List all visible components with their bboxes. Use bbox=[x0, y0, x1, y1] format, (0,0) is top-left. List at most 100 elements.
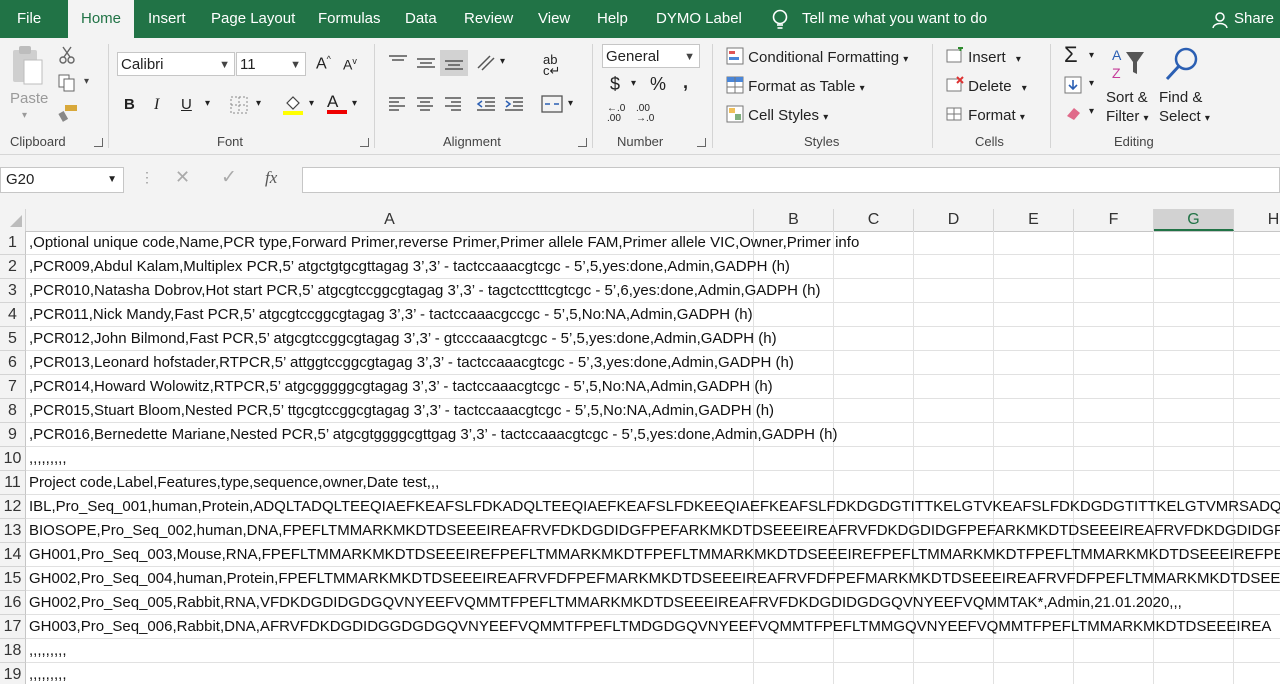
row-header[interactable]: 18 bbox=[0, 639, 26, 663]
font-color-button[interactable]: A bbox=[327, 92, 347, 114]
number-launcher-icon[interactable] bbox=[697, 138, 706, 147]
underline-button[interactable]: U bbox=[181, 96, 192, 113]
align-center-icon[interactable] bbox=[416, 96, 434, 112]
tab-view[interactable]: View bbox=[538, 0, 570, 38]
fill-color-icon[interactable] bbox=[282, 94, 304, 116]
cell-styles-button[interactable]: Cell Styles ▾ bbox=[726, 105, 828, 124]
tell-me-search[interactable]: Tell me what you want to do bbox=[770, 0, 987, 38]
paste-dropdown-icon[interactable]: ▾ bbox=[22, 110, 27, 121]
row-header[interactable]: 13 bbox=[0, 519, 26, 543]
cut-icon[interactable] bbox=[58, 46, 76, 64]
clear-dropdown-icon[interactable]: ▾ bbox=[1089, 106, 1094, 117]
increase-font-icon[interactable]: A^ bbox=[316, 54, 331, 73]
merge-dropdown-icon[interactable]: ▾ bbox=[568, 98, 573, 109]
sort-filter-button[interactable]: Sort & Filter ▾ bbox=[1106, 89, 1149, 125]
font-launcher-icon[interactable] bbox=[360, 138, 369, 147]
share-button[interactable]: Share bbox=[1212, 0, 1274, 38]
fill-down-icon[interactable] bbox=[1064, 76, 1082, 94]
wrap-text-icon[interactable]: ab c↵ bbox=[543, 53, 560, 77]
conditional-formatting-button[interactable]: Conditional Formatting ▾ bbox=[726, 47, 908, 66]
autosum-icon[interactable]: Σ bbox=[1064, 42, 1078, 68]
cell-a[interactable]: BIOSOPE,Pro_Seq_002,human,DNA,FPEFLTMMAR… bbox=[26, 519, 1280, 543]
row-header[interactable]: 8 bbox=[0, 399, 26, 423]
cell-a[interactable]: ,,,,,,,,, bbox=[26, 663, 1280, 684]
more-options-icon[interactable]: ⋮ bbox=[140, 169, 154, 186]
paste-button[interactable]: Paste bbox=[10, 90, 48, 107]
tab-insert[interactable]: Insert bbox=[148, 0, 186, 38]
fill-dropdown-icon[interactable]: ▾ bbox=[1089, 78, 1094, 89]
row-header[interactable]: 3 bbox=[0, 279, 26, 303]
italic-button[interactable]: I bbox=[154, 96, 159, 114]
row-header[interactable]: 7 bbox=[0, 375, 26, 399]
column-header-b[interactable]: B bbox=[754, 209, 834, 231]
row-header[interactable]: 15 bbox=[0, 567, 26, 591]
alignment-launcher-icon[interactable] bbox=[578, 138, 587, 147]
bottom-align-button[interactable] bbox=[440, 50, 468, 76]
orientation-dropdown-icon[interactable]: ▾ bbox=[500, 56, 505, 67]
increase-indent-icon[interactable] bbox=[504, 96, 524, 112]
format-cells-button[interactable]: Format ▾ bbox=[946, 105, 1025, 124]
name-box[interactable]: G20 ▼ bbox=[0, 167, 124, 193]
orientation-icon[interactable] bbox=[476, 54, 498, 72]
tab-page-layout[interactable]: Page Layout bbox=[211, 0, 295, 38]
borders-dropdown-icon[interactable]: ▾ bbox=[256, 98, 261, 109]
format-as-table-button[interactable]: Format as Table ▾ bbox=[726, 76, 865, 95]
tab-file[interactable]: File bbox=[17, 0, 41, 38]
autosum-dropdown-icon[interactable]: ▾ bbox=[1089, 50, 1094, 61]
align-left-icon[interactable] bbox=[388, 96, 406, 112]
row-header[interactable]: 10 bbox=[0, 447, 26, 471]
row-header[interactable]: 11 bbox=[0, 471, 26, 495]
row-header[interactable]: 14 bbox=[0, 543, 26, 567]
cell-a[interactable]: ,PCR015,Stuart Bloom,Nested PCR,5’ ttgcg… bbox=[26, 399, 1280, 423]
format-painter-icon[interactable] bbox=[58, 104, 78, 122]
number-format-box[interactable]: General ▼ bbox=[602, 44, 700, 68]
decrease-font-icon[interactable]: Av bbox=[343, 56, 357, 73]
percent-button[interactable]: % bbox=[650, 74, 666, 95]
font-color-dropdown-icon[interactable]: ▾ bbox=[352, 98, 357, 109]
row-header[interactable]: 2 bbox=[0, 255, 26, 279]
row-header[interactable]: 9 bbox=[0, 423, 26, 447]
cell-a[interactable]: ,PCR013,Leonard hofstader,RTPCR,5’ attgg… bbox=[26, 351, 1280, 375]
cell-a[interactable]: GH002,Pro_Seq_004,human,Protein,FPEFLTMM… bbox=[26, 567, 1280, 591]
tab-help[interactable]: Help bbox=[597, 0, 628, 38]
tab-home[interactable]: Home bbox=[68, 0, 134, 38]
tab-formulas[interactable]: Formulas bbox=[318, 0, 381, 38]
row-header[interactable]: 6 bbox=[0, 351, 26, 375]
tab-dymo-label[interactable]: DYMO Label bbox=[656, 0, 742, 38]
cell-a[interactable]: ,Optional unique code,Name,PCR type,Forw… bbox=[26, 231, 1280, 255]
formula-input[interactable] bbox=[302, 167, 1280, 193]
underline-dropdown-icon[interactable]: ▾ bbox=[205, 98, 210, 109]
select-all-corner[interactable] bbox=[0, 209, 26, 231]
sort-filter-icon[interactable]: AZ bbox=[1110, 46, 1148, 82]
insert-cells-button[interactable]: Insert ▾ bbox=[946, 46, 1021, 66]
row-header[interactable]: 12 bbox=[0, 495, 26, 519]
merge-center-icon[interactable] bbox=[541, 95, 563, 113]
row-header[interactable]: 1 bbox=[0, 231, 26, 255]
borders-icon[interactable] bbox=[230, 96, 248, 114]
currency-dropdown-icon[interactable]: ▾ bbox=[631, 78, 636, 89]
align-right-icon[interactable] bbox=[444, 96, 462, 112]
clipboard-launcher-icon[interactable] bbox=[94, 138, 103, 147]
row-header[interactable]: 5 bbox=[0, 327, 26, 351]
cell-a[interactable]: GH002,Pro_Seq_005,Rabbit,RNA,VFDKDGDIDGD… bbox=[26, 591, 1280, 615]
cell-a[interactable]: ,PCR014,Howard Wolowitz,RTPCR,5’ atgcggg… bbox=[26, 375, 1280, 399]
comma-button[interactable]: , bbox=[683, 72, 688, 93]
row-header[interactable]: 4 bbox=[0, 303, 26, 327]
eraser-icon[interactable] bbox=[1064, 104, 1084, 122]
increase-decimal-icon[interactable]: ←.0.00 bbox=[607, 104, 625, 124]
cell-a[interactable]: ,,,,,,,,, bbox=[26, 639, 1280, 663]
enter-formula-button[interactable]: ✓ bbox=[221, 166, 237, 189]
row-header[interactable]: 17 bbox=[0, 615, 26, 639]
cell-a[interactable]: ,PCR009,Abdul Kalam,Multiplex PCR,5’ atg… bbox=[26, 255, 1280, 279]
delete-cells-button[interactable]: Delete ▾ bbox=[946, 76, 1027, 95]
decrease-indent-icon[interactable] bbox=[476, 96, 496, 112]
cell-a[interactable]: GH001,Pro_Seq_003,Mouse,RNA,FPEFLTMMARKM… bbox=[26, 543, 1280, 567]
column-header-d[interactable]: D bbox=[914, 209, 994, 231]
row-header[interactable]: 19 bbox=[0, 663, 26, 684]
insert-function-button[interactable]: fx bbox=[265, 168, 277, 188]
cell-a[interactable]: ,,,,,,,,, bbox=[26, 447, 1280, 471]
cell-a[interactable]: ,PCR011,Nick Mandy,Fast PCR,5’ atgcgtccg… bbox=[26, 303, 1280, 327]
copy-dropdown-icon[interactable]: ▾ bbox=[84, 76, 89, 87]
decrease-decimal-icon[interactable]: .00 →.0 bbox=[636, 104, 654, 124]
cell-a[interactable]: ,PCR016,Bernedette Mariane,Nested PCR,5’… bbox=[26, 423, 1280, 447]
